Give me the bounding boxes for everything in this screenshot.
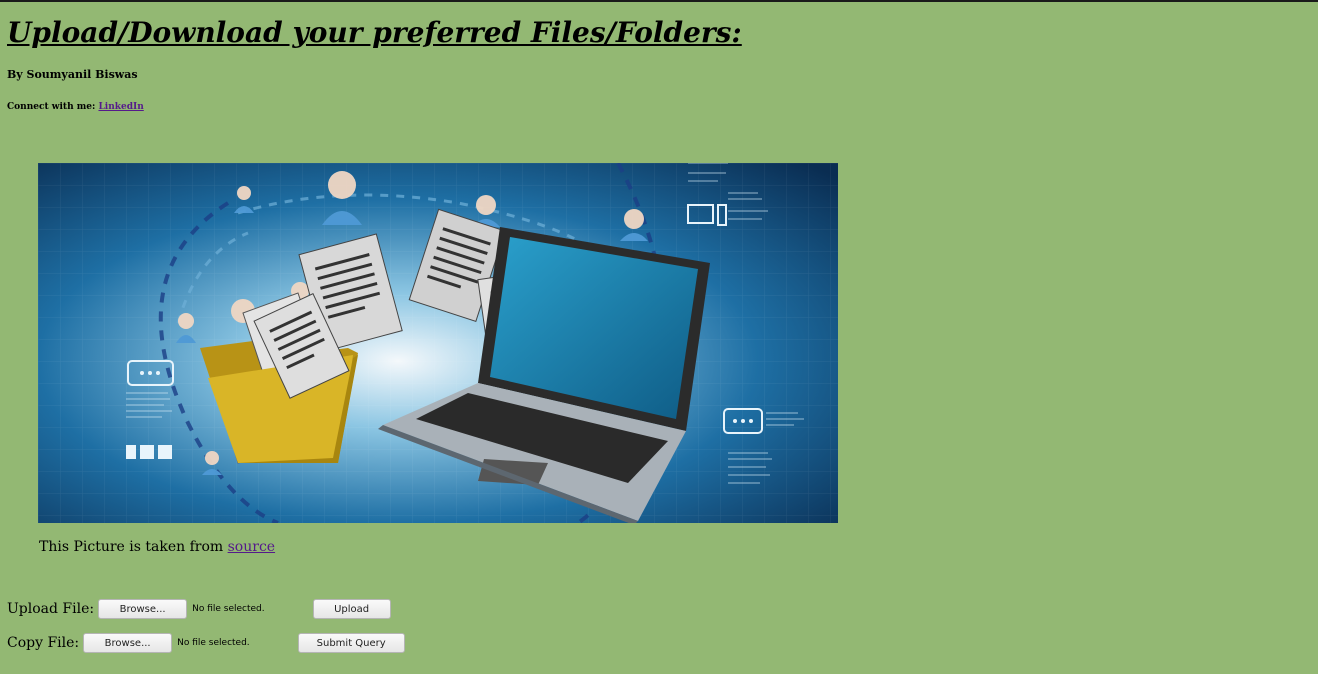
upload-button[interactable]: Upload bbox=[312, 599, 391, 619]
linkedin-link[interactable]: LinkedIn bbox=[98, 102, 143, 112]
copy-file-label: Copy File: bbox=[7, 635, 80, 651]
upload-browse-button[interactable]: Browse... bbox=[98, 599, 188, 619]
page-title: Upload/Download your preferred Files/Fol… bbox=[7, 16, 742, 49]
copy-file-status: No file selected. bbox=[177, 638, 250, 648]
source-link[interactable]: source bbox=[228, 539, 275, 555]
connect-prefix: Connect with me: bbox=[7, 102, 99, 112]
author-line: By Soumyanil Biswas bbox=[7, 68, 138, 81]
file-transfer-illustration bbox=[38, 163, 838, 523]
picture-caption: This Picture is taken from source bbox=[39, 539, 275, 555]
upload-file-label: Upload File: bbox=[7, 601, 95, 617]
submit-query-button[interactable]: Submit Query bbox=[297, 633, 405, 653]
upload-form: Upload File: Browse... No file selected.… bbox=[7, 598, 391, 620]
upload-file-status: No file selected. bbox=[192, 604, 265, 614]
copy-browse-button[interactable]: Browse... bbox=[83, 633, 173, 653]
connect-line: Connect with me: LinkedIn bbox=[7, 102, 144, 112]
caption-prefix: This Picture is taken from bbox=[39, 539, 228, 555]
copy-form: Copy File: Browse... No file selected. S… bbox=[7, 632, 405, 654]
